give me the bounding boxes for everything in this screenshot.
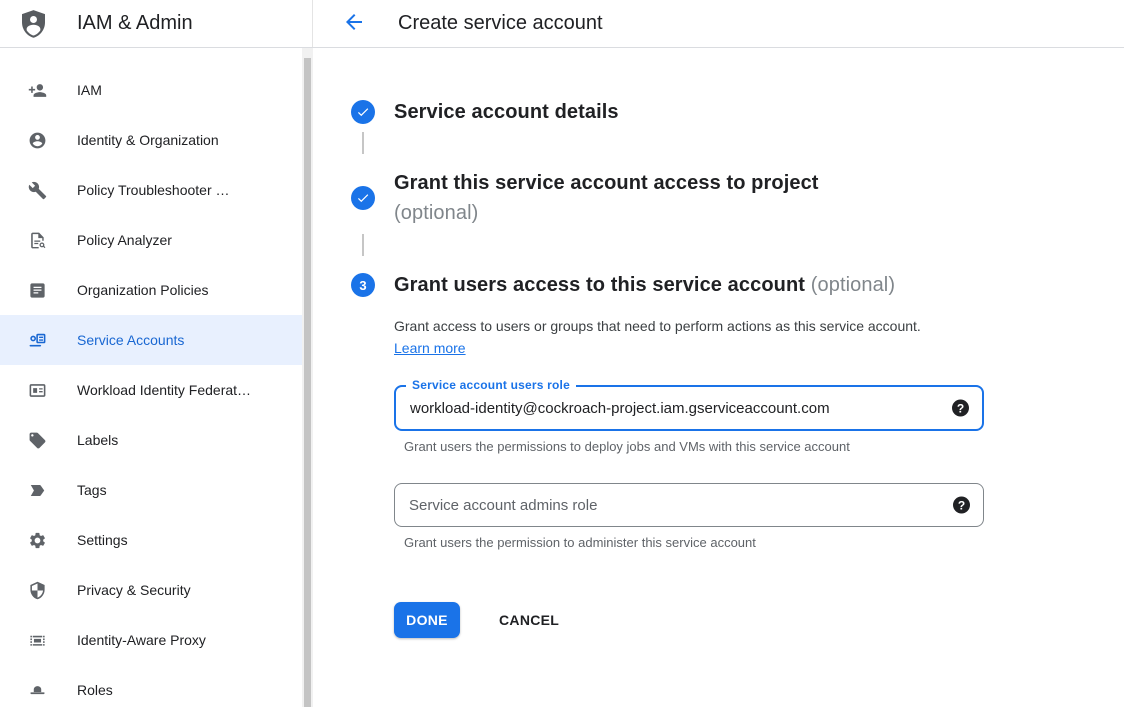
back-button[interactable] [342,12,366,36]
step-3-number-badge: 3 [351,273,375,297]
sidebar-item-label: Organization Policies [77,282,209,298]
person-add-icon [27,80,47,100]
page-header: Create service account [313,0,1124,47]
sidebar-item-label: Settings [77,532,128,548]
page-title: Create service account [398,12,603,35]
users-role-field-label: Service account users role [406,378,576,392]
step-3-title: Grant users access to this service accou… [394,271,994,299]
sidebar-item-label: Roles [77,682,113,698]
step-1-title: Service account details [394,98,994,126]
shield-icon [27,580,47,600]
create-service-account-wizard: Service account details Grant this servi… [313,48,1124,707]
tag-arrow-icon [27,480,47,500]
learn-more-link[interactable]: Learn more [394,340,466,356]
service-account-users-role-field: Service account users role ? [394,385,984,431]
document-lines-icon [27,280,47,300]
step-complete-icon [351,186,375,210]
step-3-body: Grant access to users or groups that nee… [351,315,1124,638]
sidebar: IAM Identity & Organization Policy Troub… [0,48,313,707]
sidebar-item-tags[interactable]: Tags [0,465,303,515]
shield-person-icon [18,7,49,41]
step-3-header[interactable]: 3 Grant users access to this service acc… [351,271,1124,299]
sidebar-item-label: Service Accounts [77,332,184,348]
sidebar-item-privacy-security[interactable]: Privacy & Security [0,565,303,615]
sidebar-item-workload-identity-federation[interactable]: Workload Identity Federat… [0,365,303,415]
step-connector [362,132,364,154]
service-account-icon [27,330,47,350]
proxy-icon [27,630,47,650]
step-2-header[interactable]: Grant this service account access to pro… [351,168,1124,228]
sidebar-item-label: Identity & Organization [77,132,219,148]
help-icon[interactable]: ? [952,400,969,417]
hat-icon [27,680,47,700]
sidebar-scrollbar-track [302,48,313,707]
sidebar-scrollbar-thumb[interactable] [304,58,311,707]
admins-role-input[interactable] [395,484,983,526]
step-2-title: Grant this service account access to pro… [394,168,994,228]
service-account-admins-role-field: ? [394,483,984,527]
step-3-title-text: Grant users access to this service accou… [394,274,805,296]
sidebar-item-service-accounts[interactable]: Service Accounts [0,315,303,365]
sidebar-item-label: Policy Troubleshooter … [77,182,230,198]
step-2-optional-label: (optional) [394,198,994,228]
help-icon[interactable]: ? [953,497,970,514]
wrench-icon [27,180,47,200]
account-circle-icon [27,130,47,150]
sidebar-item-policy-analyzer[interactable]: Policy Analyzer [0,215,303,265]
document-search-icon [27,230,47,250]
sidebar-item-identity-organization[interactable]: Identity & Organization [0,115,303,165]
sidebar-item-iam[interactable]: IAM [0,65,303,115]
done-button[interactable]: DONE [394,602,460,638]
sidebar-item-organization-policies[interactable]: Organization Policies [0,265,303,315]
sidebar-item-identity-aware-proxy[interactable]: Identity-Aware Proxy [0,615,303,665]
app-window: IAM & Admin Create service account IAM [0,0,1124,707]
wizard-actions: DONE CANCEL [394,602,1124,638]
arrow-back-icon [342,10,366,37]
sidebar-item-roles[interactable]: Roles [0,665,303,715]
product-header: IAM & Admin [0,0,313,47]
step-1-header[interactable]: Service account details [351,98,1124,126]
sidebar-item-label: Tags [77,482,107,498]
app-title: IAM & Admin [77,12,193,35]
gear-icon [27,530,47,550]
step-2-title-text: Grant this service account access to pro… [394,172,819,194]
sidebar-item-label: Identity-Aware Proxy [77,632,206,648]
sidebar-item-label: Workload Identity Federat… [77,382,251,398]
top-bar: IAM & Admin Create service account [0,0,1124,48]
sidebar-item-settings[interactable]: Settings [0,515,303,565]
users-role-input[interactable] [396,387,982,429]
sidebar-item-policy-troubleshooter[interactable]: Policy Troubleshooter … [0,165,303,215]
step-connector [362,234,364,256]
sidebar-item-label: IAM [77,82,102,98]
admins-role-helper-text: Grant users the permission to administer… [404,535,1124,550]
step-3-optional-label: (optional) [811,274,895,296]
sidebar-item-label: Labels [77,432,118,448]
sidebar-item-labels[interactable]: Labels [0,415,303,465]
step-3-description-text: Grant access to users or groups that nee… [394,318,921,334]
cancel-button[interactable]: CANCEL [493,611,565,629]
step-complete-icon [351,100,375,124]
sidebar-item-label: Privacy & Security [77,582,191,598]
users-role-helper-text: Grant users the permissions to deploy jo… [404,439,1124,454]
label-tag-icon [27,430,47,450]
identity-card-icon [27,380,47,400]
step-3-description: Grant access to users or groups that nee… [394,315,950,359]
sidebar-item-label: Policy Analyzer [77,232,172,248]
